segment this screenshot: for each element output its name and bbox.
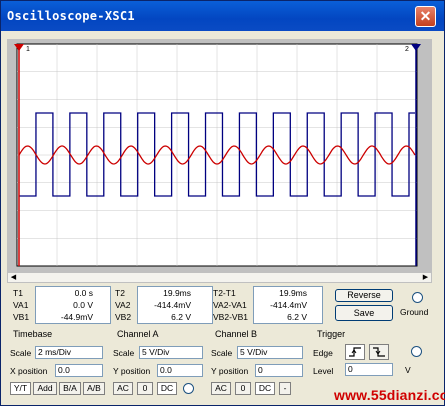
vb1-value: -44.9mV: [60, 312, 93, 322]
channel-b-minus-button[interactable]: -: [279, 382, 291, 395]
horizontal-scrollbar[interactable]: ◀ ▶: [7, 272, 432, 283]
rising-edge-button[interactable]: [345, 344, 365, 360]
vb21-label: VB2-VB1: [213, 312, 248, 322]
channel-b-group: Channel B Scale 5 V/Div Y position 0 AC …: [211, 329, 311, 395]
cursor-readout-panel: T1 VA1 VB1 0.0 s 0.0 V -44.9mV T2 VA2 VB…: [9, 286, 329, 326]
trigger-title: Trigger: [317, 329, 346, 339]
t1-value: 0.0 s: [74, 288, 93, 298]
trigger-radio[interactable]: [411, 346, 422, 357]
channel-a-ac-button[interactable]: AC: [113, 382, 133, 395]
va21-label: VA2-VA1: [213, 300, 247, 310]
scroll-left-icon[interactable]: ◀: [8, 273, 19, 282]
watermark-text: www.55dianzi.com: [334, 387, 445, 403]
t2-value: 19.9ms: [163, 288, 191, 298]
trigger-level-label: Level: [313, 366, 334, 376]
trigger-level-field[interactable]: 0: [345, 363, 393, 376]
mode-yt-button[interactable]: Y/T: [10, 382, 31, 395]
close-button[interactable]: ✕: [415, 6, 436, 27]
title-bar[interactable]: Oscilloscope-XSC1 ✕: [1, 1, 444, 31]
ground-label: Ground: [400, 307, 429, 317]
channel-a-group: Channel A Scale 5 V/Div Y position 0.0 A…: [113, 329, 209, 395]
va2-value: -414.4mV: [154, 300, 191, 310]
trigger-edge-label: Edge: [313, 348, 333, 358]
t1-label: T1: [13, 288, 23, 298]
vb2-label: VB2: [115, 312, 132, 322]
close-icon: ✕: [419, 8, 432, 24]
t21-value: 19.9ms: [279, 288, 307, 298]
channel-b-scale-field[interactable]: 5 V/Div: [237, 346, 303, 359]
t2-label: T2: [115, 288, 125, 298]
vb21-value: 6.2 V: [287, 312, 307, 322]
trigger-group: Trigger Edge Level 0 V: [313, 329, 439, 395]
channel-b-ypos-label: Y position: [211, 366, 249, 376]
channel-a-title: Channel A: [117, 329, 159, 339]
scroll-right-icon[interactable]: ▶: [420, 273, 431, 282]
channel-a-scale-field[interactable]: 5 V/Div: [139, 346, 203, 359]
cursor-1-label: 1: [26, 46, 30, 53]
scope-display: 12: [7, 39, 432, 272]
timebase-scale-label: Scale: [10, 348, 32, 358]
va1-label: VA1: [13, 300, 29, 310]
cursor-2-label: 2: [405, 46, 409, 53]
falling-edge-button[interactable]: [369, 344, 389, 360]
mode-add-button[interactable]: Add: [33, 382, 57, 395]
save-button[interactable]: Save: [335, 305, 393, 321]
channel-b-ypos-field[interactable]: 0: [255, 364, 303, 377]
trigger-level-unit: V: [405, 365, 411, 375]
timebase-scale-field[interactable]: 2 ms/Div: [35, 346, 103, 359]
mode-ab-button[interactable]: A/B: [83, 382, 105, 395]
rising-edge-icon: [349, 347, 361, 357]
timebase-group: Timebase Scale 2 ms/Div X position 0.0 Y…: [7, 329, 109, 395]
channel-b-scale-label: Scale: [211, 348, 233, 358]
window-title: Oscilloscope-XSC1: [7, 9, 135, 23]
falling-edge-icon: [373, 347, 385, 357]
va1-value: 0.0 V: [73, 300, 93, 310]
mode-ba-button[interactable]: B/A: [59, 382, 81, 395]
channel-b-zero-button[interactable]: 0: [235, 382, 251, 395]
ground-radio[interactable]: [412, 292, 423, 303]
channel-b-dc-button[interactable]: DC: [255, 382, 275, 395]
channel-a-ypos-field[interactable]: 0.0: [157, 364, 203, 377]
oscilloscope-window: Oscilloscope-XSC1 ✕ 12 ◀ ▶ T1 VA1 VB1 0.…: [0, 0, 445, 406]
x-position-label: X position: [10, 366, 48, 376]
channel-a-scale-label: Scale: [113, 348, 135, 358]
x-position-field[interactable]: 0.0: [55, 364, 103, 377]
channel-a-radio[interactable]: [183, 383, 194, 394]
vb2-value: 6.2 V: [171, 312, 191, 322]
channel-b-ac-button[interactable]: AC: [211, 382, 231, 395]
va2-label: VA2: [115, 300, 131, 310]
waveform-plot: 12: [14, 43, 421, 267]
reverse-button[interactable]: Reverse: [335, 289, 393, 302]
vb1-label: VB1: [13, 312, 30, 322]
timebase-title: Timebase: [13, 329, 53, 339]
channel-a-zero-button[interactable]: 0: [137, 382, 153, 395]
va21-value: -414.4mV: [270, 300, 307, 310]
channel-b-title: Channel B: [215, 329, 258, 339]
channel-a-ypos-label: Y position: [113, 366, 151, 376]
channel-a-dc-button[interactable]: DC: [157, 382, 177, 395]
t21-label: T2-T1: [213, 288, 236, 298]
